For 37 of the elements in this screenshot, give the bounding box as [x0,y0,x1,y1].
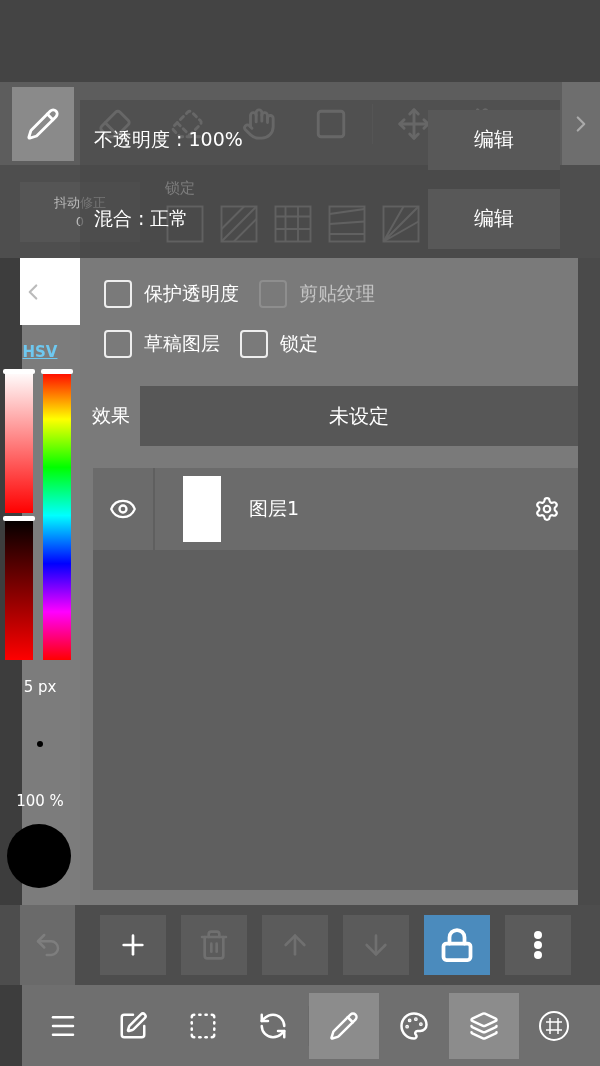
checkbox-option[interactable]: 保护透明度 [104,280,239,308]
value-slider[interactable] [5,518,33,660]
edit-button[interactable]: 编辑 [428,188,560,249]
brush-size-label: 5 px [23,678,57,696]
slider-thumb[interactable] [3,369,35,374]
hsv-link[interactable]: HSV [22,343,58,361]
lock-icon [439,927,475,963]
opacity-label: 100 % [16,792,64,810]
add-layer-button[interactable] [100,915,166,975]
checkbox-option[interactable]: 草稿图层 [104,330,220,358]
layers-nav-button[interactable] [449,992,519,1059]
pencil-nav-button[interactable] [309,992,379,1059]
lock-layer-button[interactable] [424,915,490,975]
layer-name: 图层1 [249,496,301,521]
effect-button[interactable]: 未设定 [140,386,578,446]
opacity-label: 不透明度 : 100% [94,126,243,152]
more-icon [533,930,543,960]
pencil-icon[interactable] [26,106,60,141]
effect-label: 效果 [92,403,130,428]
more-layer-button[interactable] [505,915,571,975]
slider-thumb[interactable] [41,369,73,374]
edit-icon [118,1010,148,1041]
slider-thumb[interactable] [3,516,35,521]
palette-icon [399,1010,429,1041]
pencil-tool[interactable] [12,86,74,161]
blend-label: 混合 : 正常 [94,206,189,231]
settings-icon[interactable] [534,496,560,522]
layers-icon [469,1010,499,1041]
saturation-slider[interactable] [5,371,33,513]
checkbox-option[interactable]: 锁定 [240,330,318,358]
grid-icon [538,1009,570,1042]
pencil-icon [329,1010,359,1041]
brush-preview-dot [37,741,43,747]
layer-row[interactable]: 图层1 [93,468,578,550]
hue-slider[interactable] [43,371,71,660]
layer-thumbnail [183,476,221,542]
edit-button[interactable]: 编辑 [428,109,560,170]
